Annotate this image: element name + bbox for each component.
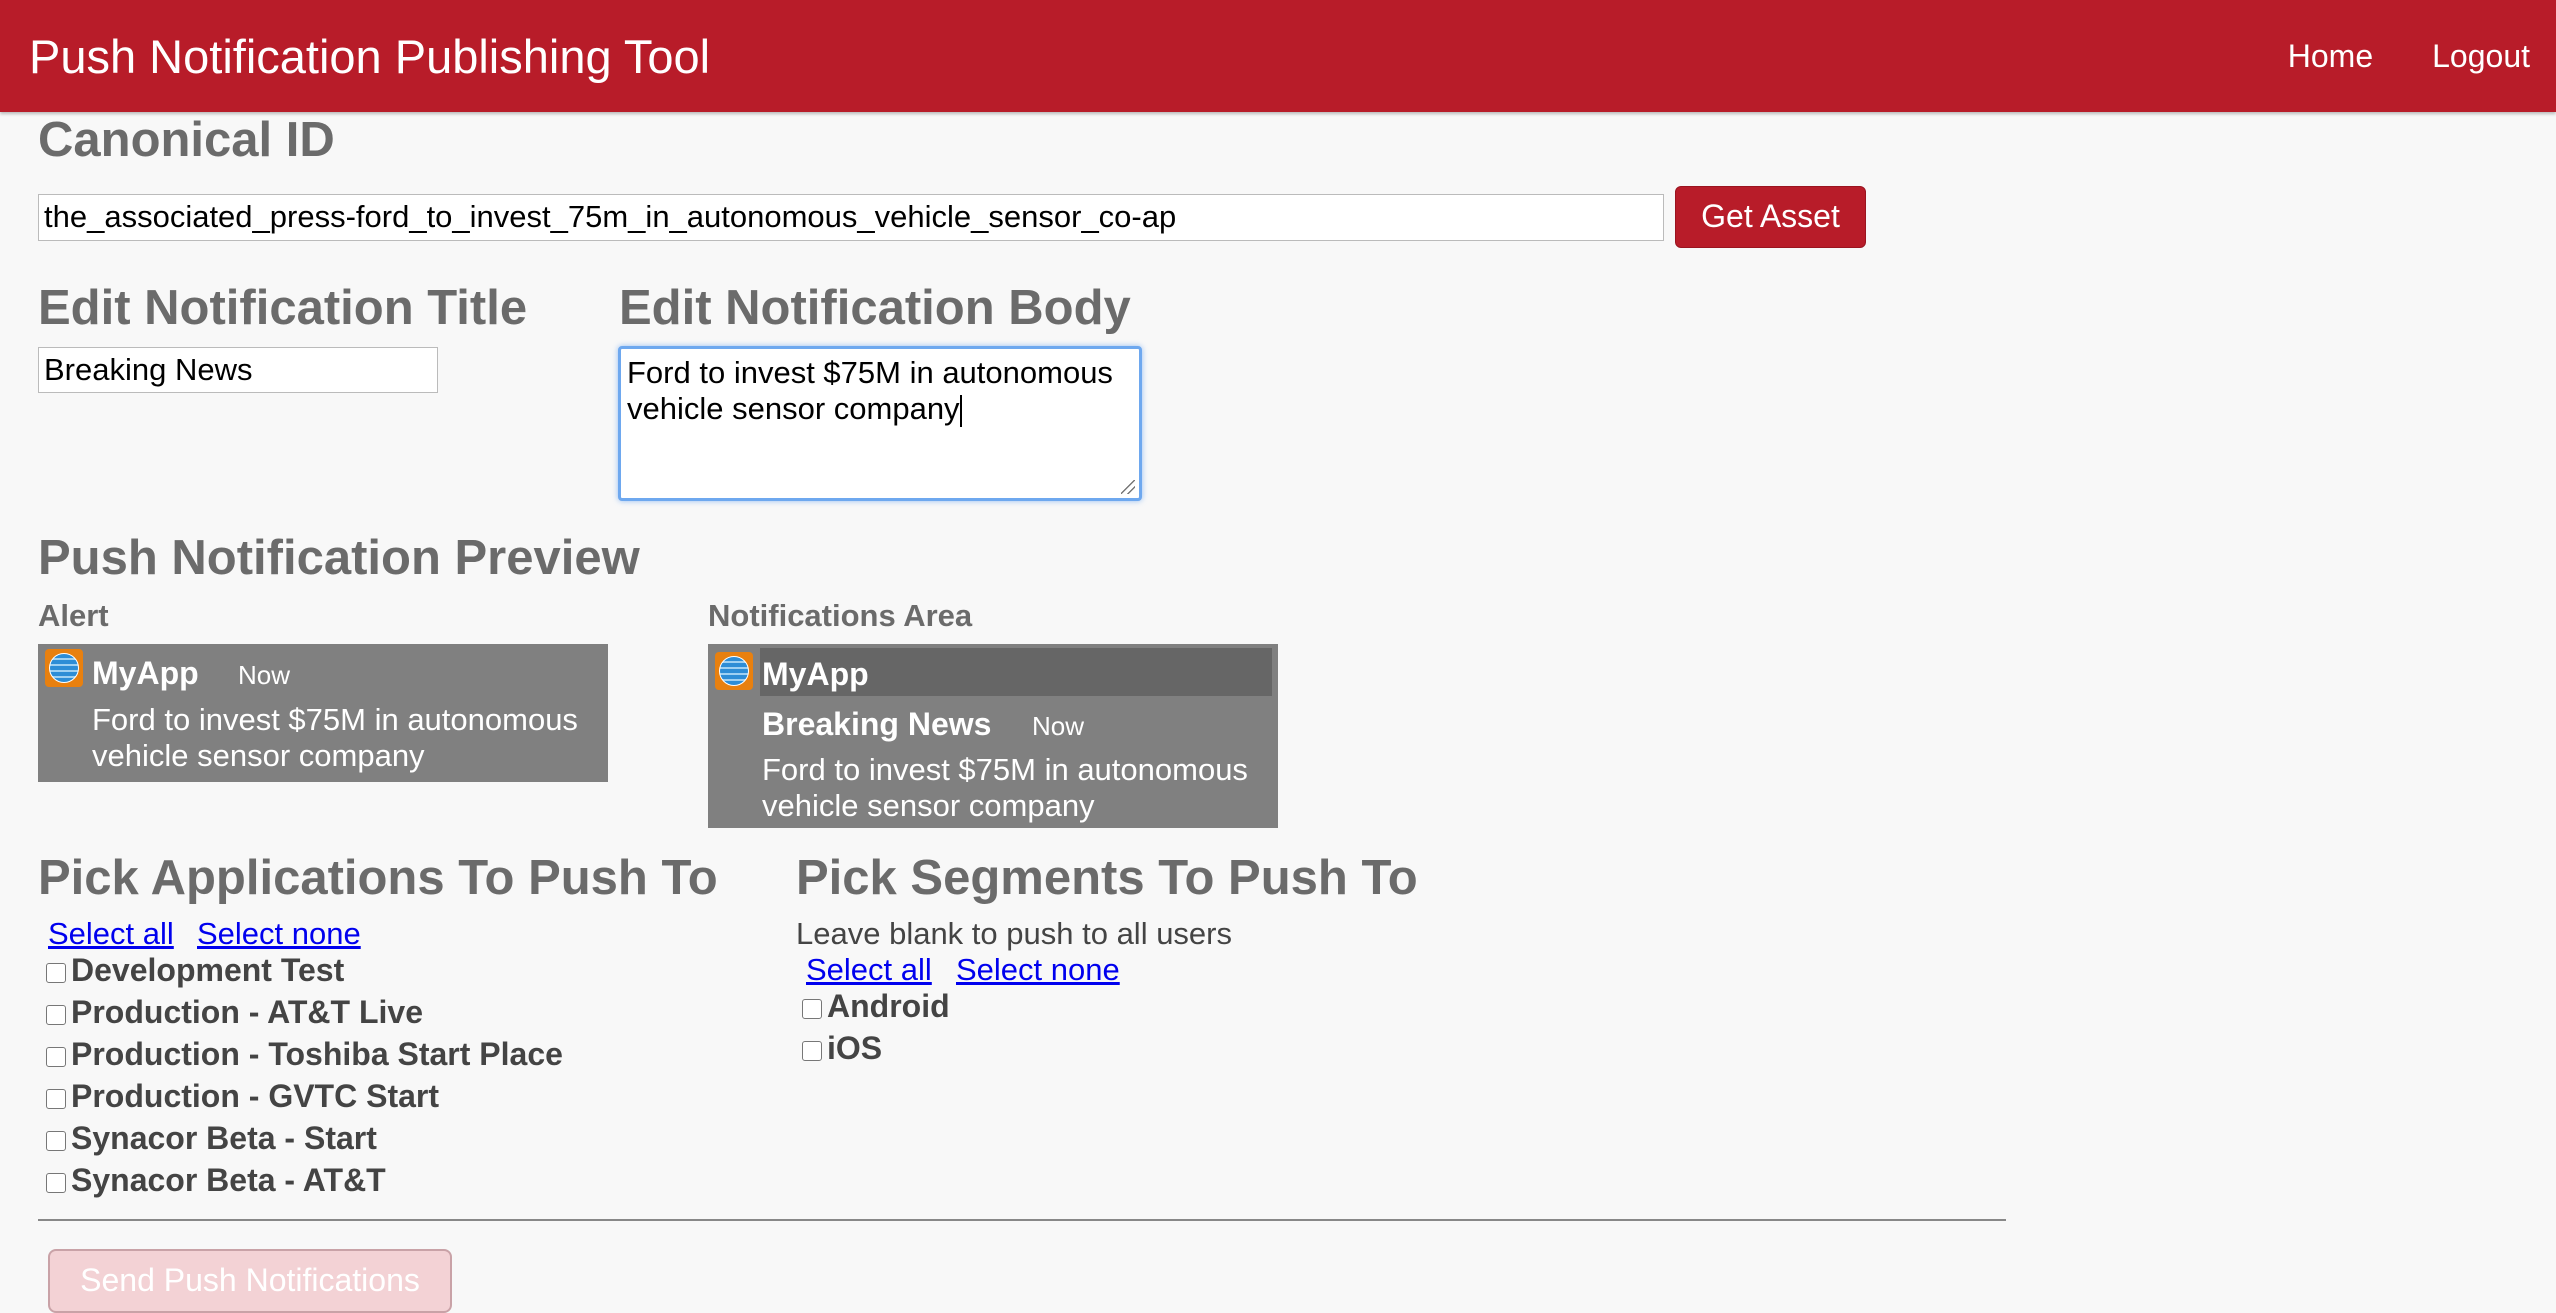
resize-grip-icon[interactable]	[1121, 480, 1135, 494]
checkbox[interactable]	[46, 1088, 66, 1109]
canonical-id-heading: Canonical ID	[38, 113, 335, 167]
alert-message-line-2: vehicle sensor company	[92, 738, 425, 773]
globe-icon	[719, 656, 749, 686]
notification-body-textarea[interactable]: Ford to invest $75M in autonomous vehicl…	[618, 346, 1142, 501]
alert-preview: MyApp Now Ford to invest $75M in autonom…	[38, 644, 608, 782]
text-caret	[959, 394, 962, 427]
segment-option-label: Android	[827, 988, 950, 1024]
canonical-id-input[interactable]: the_associated_press-ford_to_invest_75m_…	[38, 194, 1664, 241]
app-option-label: Synacor Beta - Start	[71, 1120, 377, 1156]
segment-option-label: iOS	[827, 1030, 883, 1066]
app-option-label: Production - AT&T Live	[71, 994, 423, 1030]
apps-select-none-link[interactable]: Select none	[197, 916, 361, 952]
body-line-2: vehicle sensor company	[627, 391, 1133, 427]
applications-heading: Pick Applications To Push To	[38, 851, 718, 905]
checkbox[interactable]	[46, 1004, 66, 1025]
top-navbar: Push Notification Publishing Tool Home L…	[0, 0, 2556, 112]
app-option-label: Development Test	[71, 952, 345, 988]
app-option[interactable]: Development Test	[46, 952, 344, 989]
edit-body-heading: Edit Notification Body	[619, 281, 1131, 335]
checkbox[interactable]	[46, 1130, 66, 1151]
app-option[interactable]: Production - AT&T Live	[46, 994, 423, 1031]
section-divider	[38, 1219, 2006, 1221]
nav-logout-link[interactable]: Logout	[2432, 38, 2530, 75]
segments-select-all-link[interactable]: Select all	[806, 952, 932, 988]
app-icon	[715, 652, 753, 690]
app-option-label: Synacor Beta - AT&T	[71, 1162, 386, 1198]
app-option-label: Production - Toshiba Start Place	[71, 1036, 563, 1072]
nav-links: Home Logout	[2229, 38, 2530, 75]
app-title: Push Notification Publishing Tool	[29, 29, 711, 83]
checkbox[interactable]	[802, 998, 822, 1019]
checkbox[interactable]	[802, 1040, 822, 1061]
notification-app-name: MyApp	[762, 656, 869, 692]
app-option[interactable]: Production - GVTC Start	[46, 1078, 439, 1115]
checkbox[interactable]	[46, 1046, 66, 1067]
checkbox[interactable]	[46, 1172, 66, 1193]
segment-option-ios[interactable]: iOS	[802, 1030, 882, 1067]
app-option[interactable]: Synacor Beta - AT&T	[46, 1162, 386, 1199]
segments-heading: Pick Segments To Push To	[796, 851, 1418, 905]
body-line-1: Ford to invest $75M in autonomous	[627, 355, 1113, 390]
globe-icon	[49, 653, 79, 683]
notification-message-line-2: vehicle sensor company	[762, 788, 1095, 823]
notification-title: Breaking News	[762, 706, 992, 742]
segments-hint: Leave blank to push to all users	[796, 916, 1232, 951]
app-option[interactable]: Production - Toshiba Start Place	[46, 1036, 563, 1073]
send-push-notifications-button[interactable]: Send Push Notifications	[48, 1249, 452, 1313]
preview-heading: Push Notification Preview	[38, 531, 640, 585]
app-icon	[45, 649, 83, 687]
alert-message-line-1: Ford to invest $75M in autonomous	[92, 702, 578, 737]
get-asset-button[interactable]: Get Asset	[1675, 186, 1866, 248]
app-option[interactable]: Synacor Beta - Start	[46, 1120, 377, 1157]
notification-time: Now	[1032, 711, 1085, 741]
alert-label: Alert	[38, 598, 109, 633]
segment-option-android[interactable]: Android	[802, 988, 950, 1025]
apps-select-all-link[interactable]: Select all	[48, 916, 174, 952]
app-option-label: Production - GVTC Start	[71, 1078, 439, 1114]
edit-title-heading: Edit Notification Title	[38, 281, 528, 335]
alert-time: Now	[238, 660, 291, 690]
checkbox[interactable]	[46, 962, 66, 983]
segments-select-none-link[interactable]: Select none	[956, 952, 1120, 988]
notifications-area-preview: MyApp Breaking News Now Ford to invest $…	[708, 644, 1278, 828]
notification-title-input[interactable]: Breaking News	[38, 347, 438, 393]
alert-app-name: MyApp	[92, 655, 199, 691]
nav-home-link[interactable]: Home	[2288, 38, 2373, 75]
body-line-2-text: vehicle sensor company	[627, 391, 960, 426]
notifications-area-label: Notifications Area	[708, 598, 973, 633]
notification-message-line-1: Ford to invest $75M in autonomous	[762, 752, 1248, 787]
